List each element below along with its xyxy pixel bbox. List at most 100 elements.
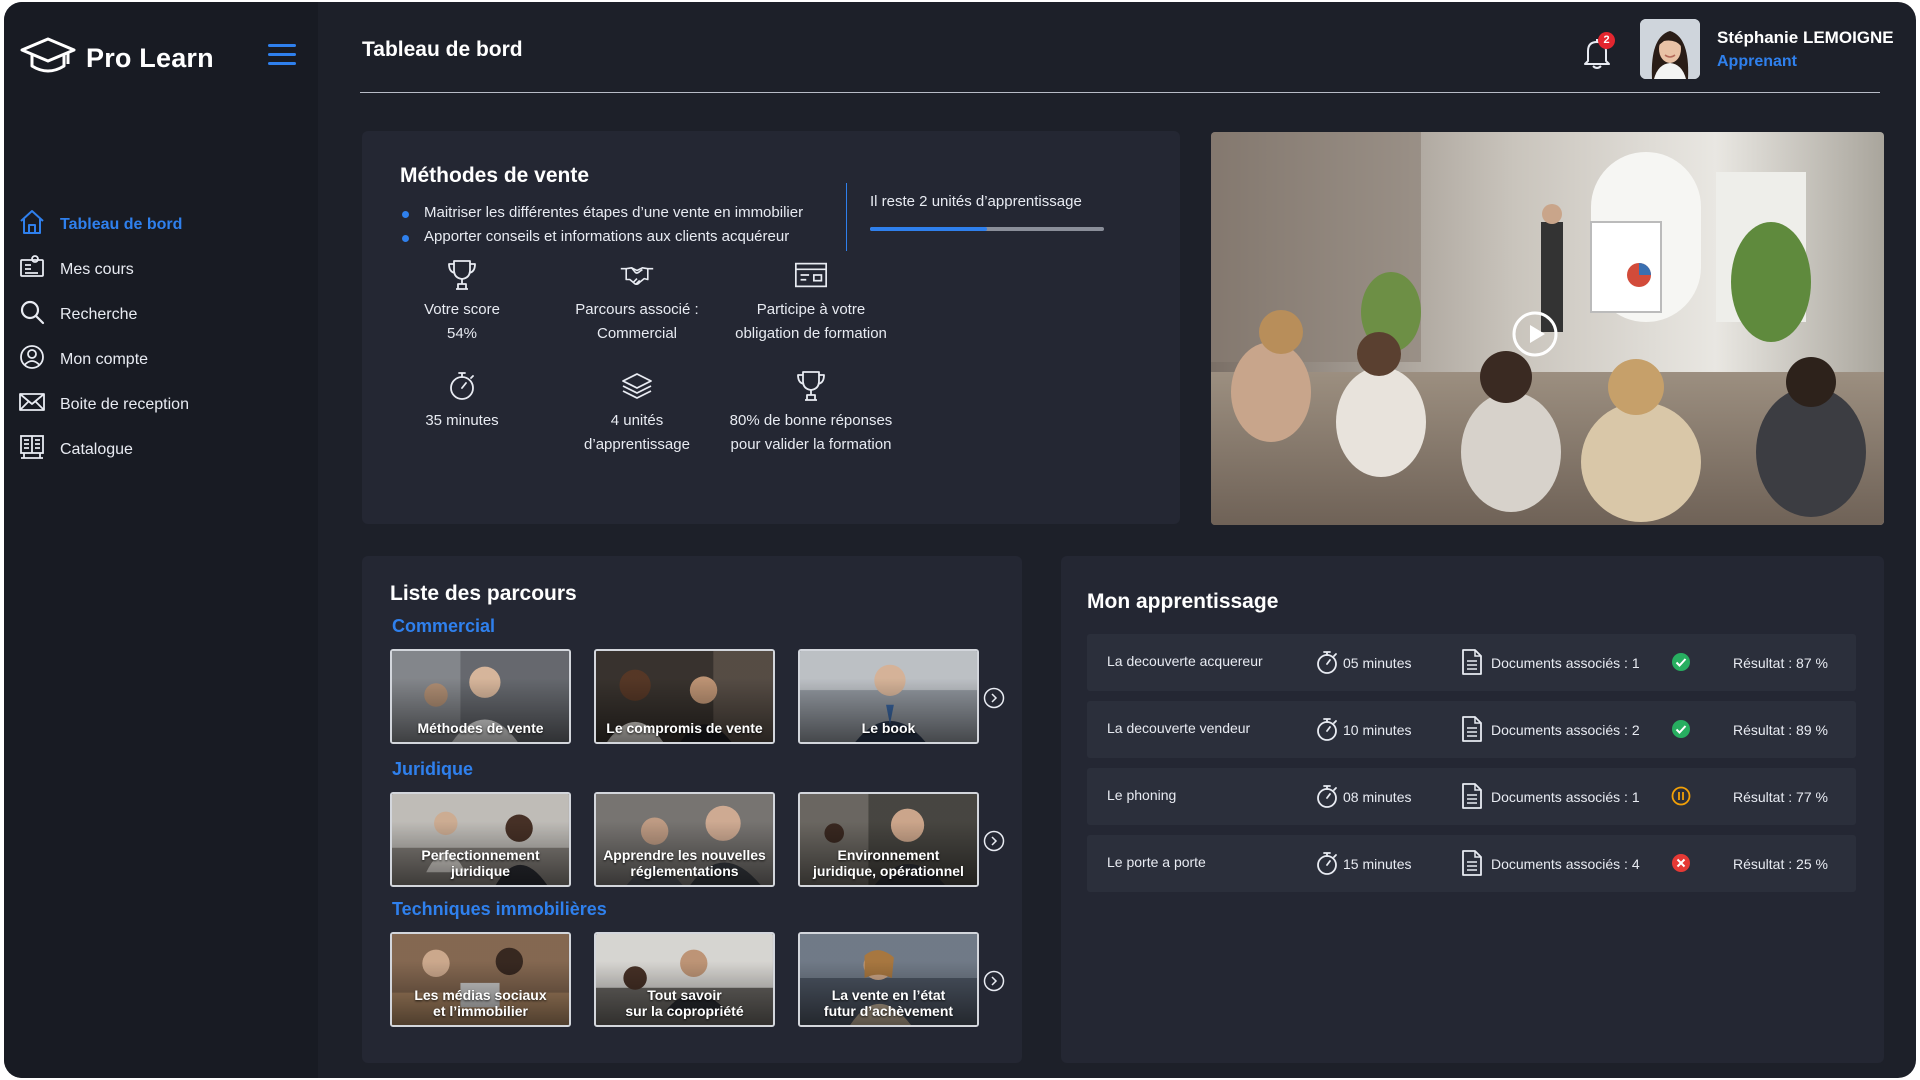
trophy-icon <box>711 369 911 403</box>
sidebar-item-boite-de-reception[interactable]: Boite de reception <box>18 382 308 427</box>
sidebar-item-catalogue[interactable]: Catalogue <box>18 427 308 472</box>
stat-value: obligation de formation <box>735 325 887 342</box>
sidebar-item-label: Tableau de bord <box>60 215 183 233</box>
learning-row-name: Le porte a porte <box>1107 854 1206 870</box>
sidebar-item-mon-compte[interactable]: Mon compte <box>18 337 308 382</box>
layers-icon <box>537 369 737 403</box>
document-icon[interactable] <box>1461 849 1483 877</box>
learning-row-name: La decouverte vendeur <box>1107 720 1251 736</box>
stopwatch-icon <box>362 369 562 403</box>
sidebar-item-mes-cours[interactable]: Mes cours <box>18 247 308 292</box>
pause-circle-icon <box>1671 786 1691 806</box>
parcours-item[interactable]: Environnement juridique, opérationnel <box>798 792 979 887</box>
sidebar-item-label: Mes cours <box>60 260 134 278</box>
stat-label: 80% de bonne réponses <box>729 412 893 429</box>
stat-label: Votre score <box>424 301 500 318</box>
stat-label: 35 minutes <box>425 412 499 429</box>
play-icon[interactable] <box>1511 310 1559 358</box>
remaining-units-text: Il reste 2 unités d’apprentissage <box>870 193 1082 210</box>
certificate-icon <box>711 258 911 292</box>
trophy-icon <box>362 258 562 292</box>
sidebar-item-label: Boite de reception <box>60 395 189 413</box>
parcours-item[interactable]: Méthodes de vente <box>390 649 571 744</box>
learning-row-duration: 15 minutes <box>1343 856 1412 872</box>
mail-icon <box>18 388 46 421</box>
stopwatch-icon <box>1317 785 1337 808</box>
parcours-item-label: Le book <box>861 720 916 736</box>
learning-row[interactable]: Le phoning 08 minutes Documents associés… <box>1087 768 1856 825</box>
learning-row-documents[interactable]: Documents associés : 2 <box>1491 722 1640 738</box>
parcours-item[interactable]: Apprendre les nouvelles réglementations <box>594 792 775 887</box>
learning-row-documents[interactable]: Documents associés : 1 <box>1491 655 1640 671</box>
learning-row-name: Le phoning <box>1107 787 1177 803</box>
learning-row-result: Résultat : 25 % <box>1733 856 1828 872</box>
parcours-item-label: Les médias sociaux et l’immobilier <box>414 987 547 1019</box>
sidebar-item-label: Recherche <box>60 305 138 323</box>
learning-row-duration: 08 minutes <box>1343 789 1412 805</box>
stat-value: d’apprentissage <box>584 436 690 453</box>
parcours-item[interactable]: Le compromis de vente <box>594 649 775 744</box>
sidebar-item-tableau-de-bord[interactable]: Tableau de bord <box>18 202 308 247</box>
stat-label: Participe à votre <box>756 301 866 318</box>
parcours-item[interactable]: Tout savoir sur la copropriété <box>594 932 775 1027</box>
parcours-item[interactable]: Le book <box>798 649 979 744</box>
chevron-right-icon[interactable] <box>983 687 1005 709</box>
document-icon[interactable] <box>1461 782 1483 810</box>
objective-item: Maitriser les différentes étapes d’une v… <box>400 204 803 228</box>
hamburger-menu-icon[interactable] <box>268 44 296 66</box>
learning-row-duration: 05 minutes <box>1343 655 1412 671</box>
learning-row-result: Résultat : 77 % <box>1733 789 1828 805</box>
parcours-item[interactable]: Les médias sociaux et l’immobilier <box>390 932 571 1027</box>
stat-value: Commercial <box>596 325 677 342</box>
search-icon <box>18 298 46 331</box>
parcours-item[interactable]: La vente en l’état futur d’achèvement <box>798 932 979 1027</box>
divider <box>846 183 847 251</box>
home-icon <box>18 208 46 241</box>
parcours-list-title: Liste des parcours <box>390 582 577 605</box>
parcours-item-label: La vente en l’état futur d’achèvement <box>823 987 954 1019</box>
my-learning-card: Mon apprentissage La decouverte acquereu… <box>1061 556 1884 1063</box>
sidebar-item-label: Catalogue <box>60 440 133 458</box>
stopwatch-icon <box>1317 718 1337 741</box>
parcours-item[interactable]: Perfectionnement juridique <box>390 792 571 887</box>
learning-row[interactable]: La decouverte vendeur 10 minutes Documen… <box>1087 701 1856 758</box>
stat-value: pour valider la formation <box>730 436 892 453</box>
sidebar-item-label: Mon compte <box>60 350 149 368</box>
sidebar-nav: Tableau de bord Mes cours Recherche Mon … <box>18 202 308 472</box>
document-icon[interactable] <box>1461 715 1483 743</box>
course-progress-fill <box>870 227 987 231</box>
sidebar-item-recherche[interactable]: Recherche <box>18 292 308 337</box>
course-objectives: Maitriser les différentes étapes d’une v… <box>400 204 803 252</box>
courses-icon <box>18 253 46 286</box>
learning-row-result: Résultat : 87 % <box>1733 655 1828 671</box>
parcours-item-label: Environnement juridique, opérationnel <box>813 847 964 879</box>
chevron-right-icon[interactable] <box>983 970 1005 992</box>
avatar[interactable] <box>1640 19 1700 79</box>
course-video-player[interactable] <box>1211 132 1884 525</box>
stat-validation: 80% de bonne réponses pour valider la fo… <box>711 369 911 457</box>
notification-badge: 2 <box>1598 32 1615 49</box>
learning-row[interactable]: Le porte a porte 15 minutes Documents as… <box>1087 835 1856 892</box>
account-icon <box>18 343 46 376</box>
check-circle-icon <box>1671 719 1691 739</box>
stat-label: Parcours associé : <box>575 301 699 318</box>
learning-row-name: La decouverte acquereur <box>1107 653 1263 669</box>
learning-row[interactable]: La decouverte acquereur 05 minutes Docum… <box>1087 634 1856 691</box>
app-window: Pro Learn Tableau de bord Mes cours Rech… <box>4 2 1916 1078</box>
user-name[interactable]: Stéphanie LEMOIGNE <box>1717 28 1894 48</box>
chevron-right-icon[interactable] <box>983 830 1005 852</box>
my-learning-title: Mon apprentissage <box>1087 590 1279 613</box>
category-techniques-immobilieres[interactable]: Techniques immobilières <box>392 899 607 920</box>
category-commercial[interactable]: Commercial <box>392 616 495 637</box>
category-juridique[interactable]: Juridique <box>392 759 473 780</box>
logo[interactable]: Pro Learn <box>18 32 214 85</box>
graduation-cap-icon <box>18 32 78 85</box>
stopwatch-icon <box>1317 852 1337 875</box>
stat-units: 4 unités d’apprentissage <box>537 369 737 457</box>
course-title: Méthodes de vente <box>400 164 590 187</box>
stopwatch-icon <box>1317 651 1337 674</box>
learning-row-documents[interactable]: Documents associés : 1 <box>1491 789 1640 805</box>
learning-row-duration: 10 minutes <box>1343 722 1412 738</box>
document-icon[interactable] <box>1461 648 1483 676</box>
learning-row-documents[interactable]: Documents associés : 4 <box>1491 856 1640 872</box>
